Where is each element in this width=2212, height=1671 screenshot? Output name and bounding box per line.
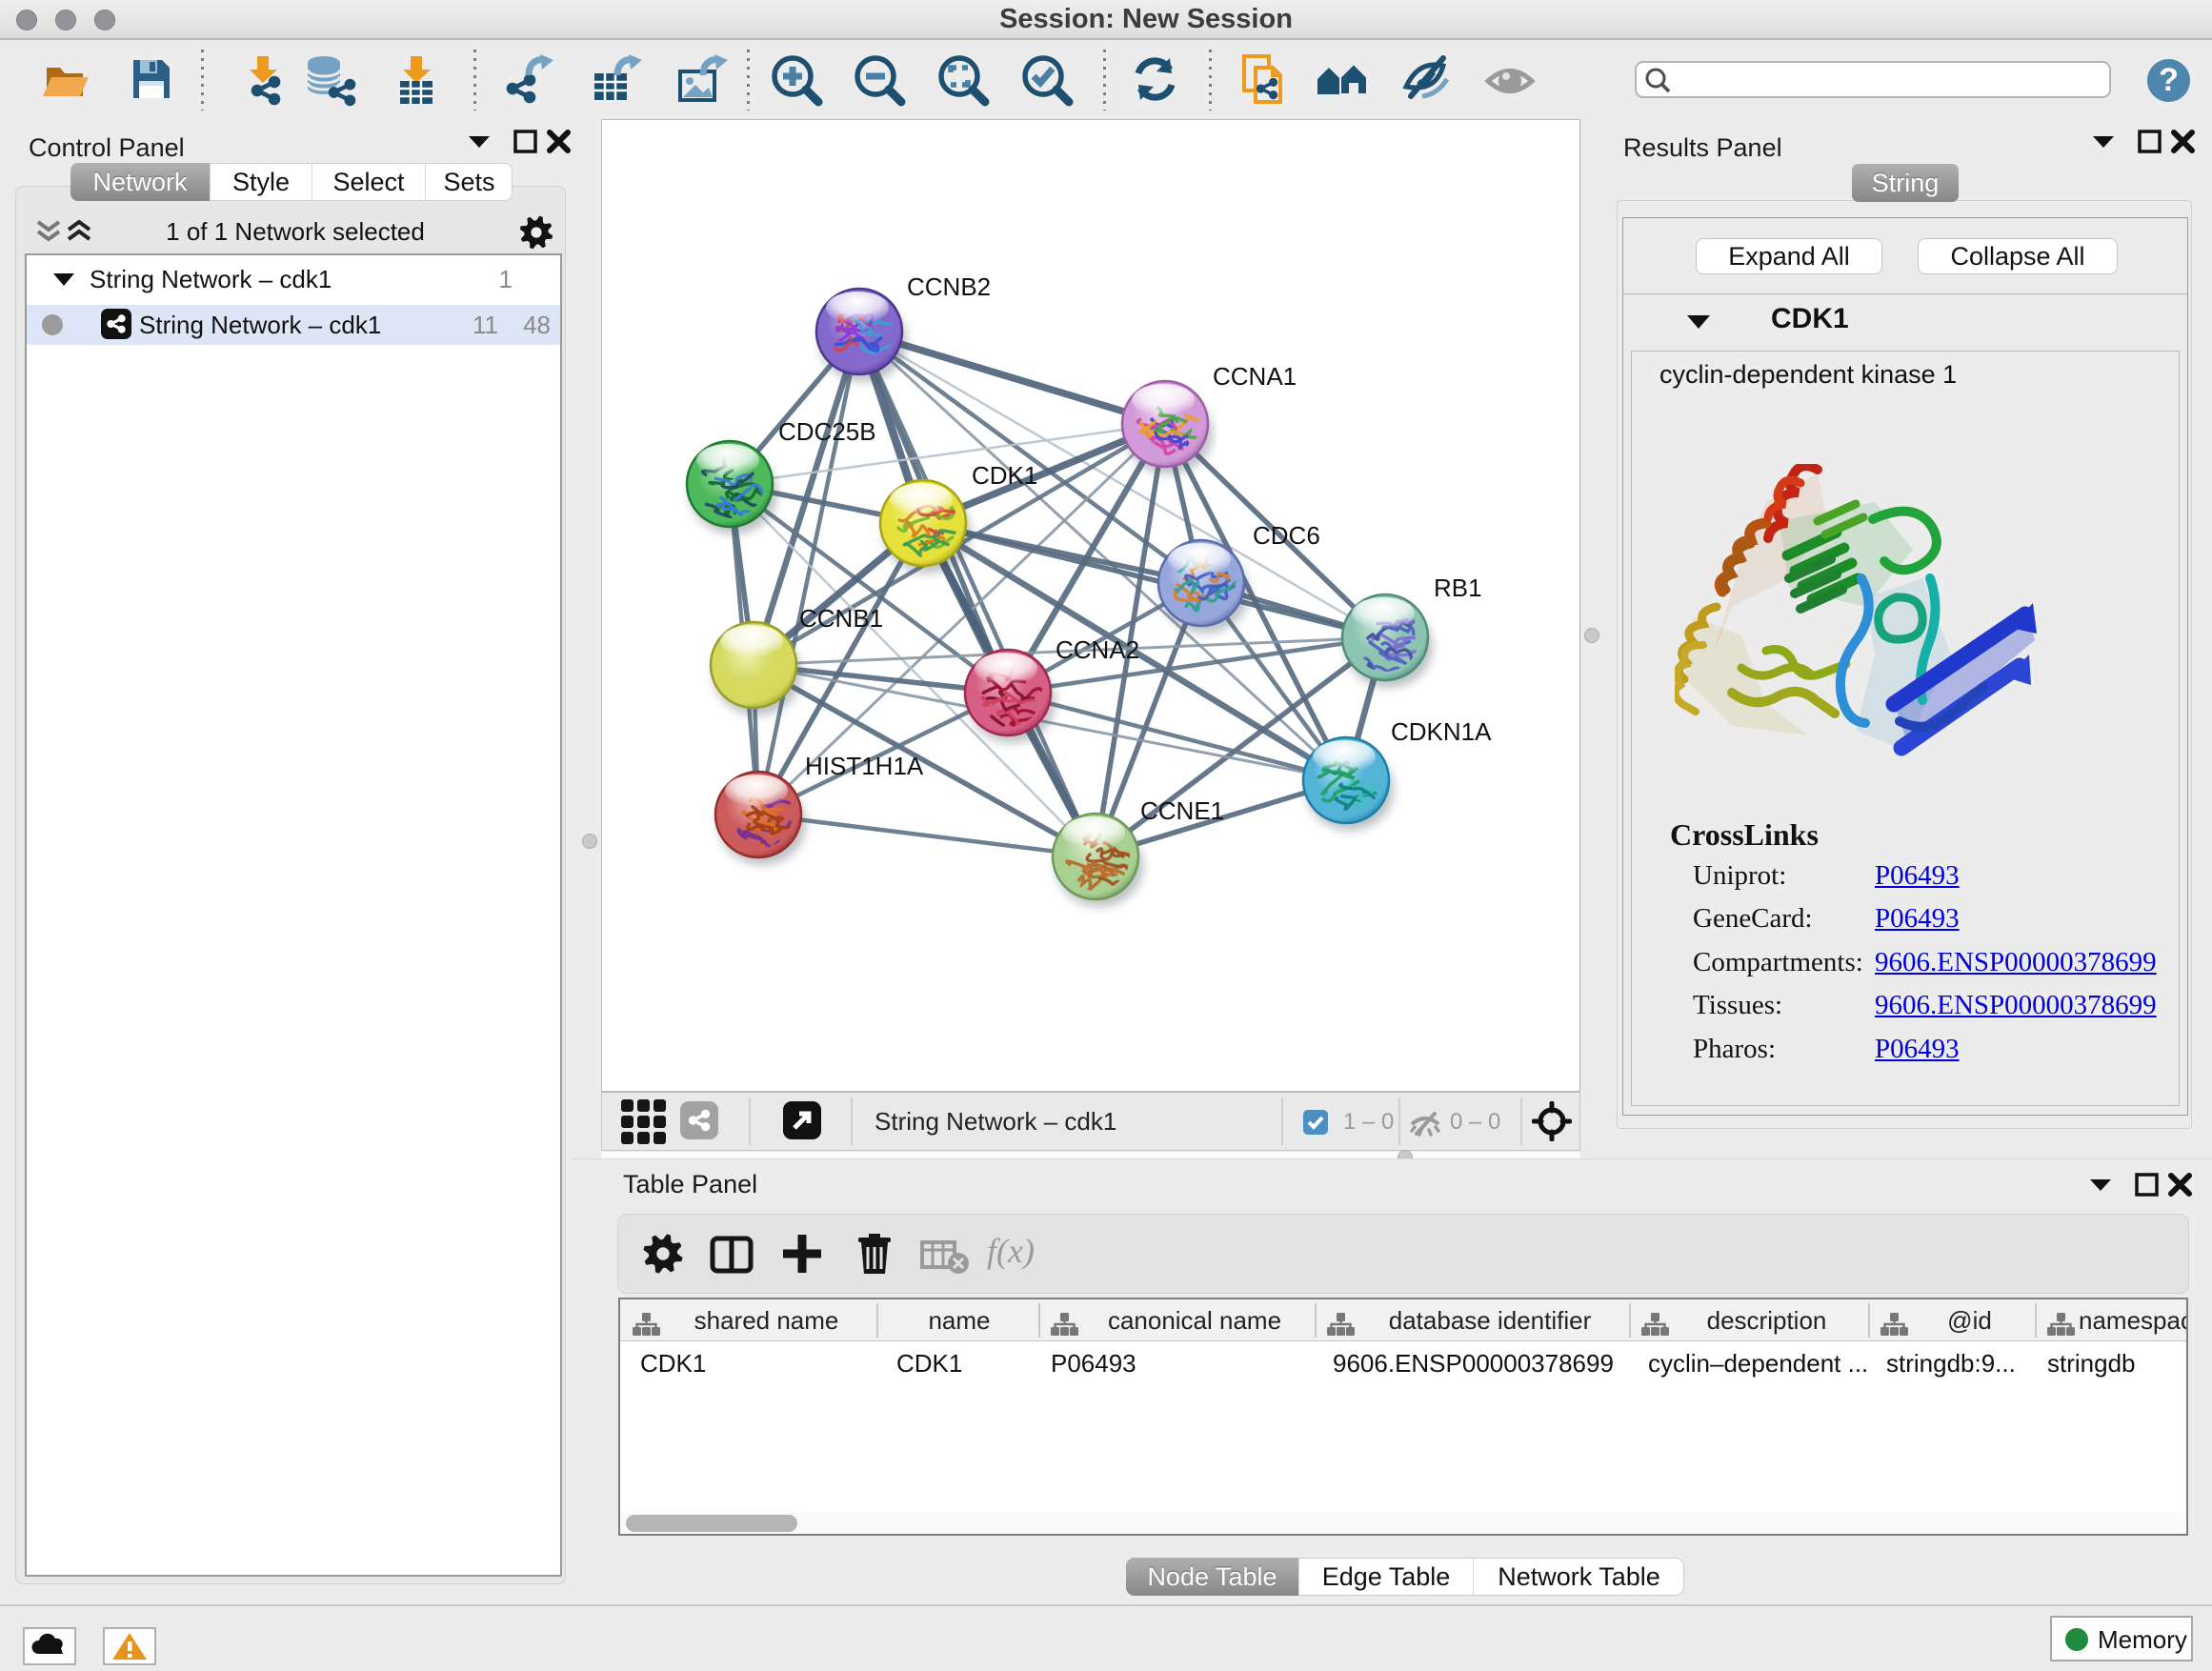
svg-text:HIST1H1A: HIST1H1A [805, 752, 924, 780]
svg-text:CDC25B: CDC25B [778, 417, 876, 446]
svg-text:CDKN1A: CDKN1A [1391, 717, 1492, 746]
svg-text:RB1: RB1 [1434, 574, 1482, 602]
svg-text:CDC6: CDC6 [1253, 521, 1320, 550]
svg-text:CCNE1: CCNE1 [1140, 796, 1224, 825]
svg-text:CDK1: CDK1 [972, 461, 1037, 490]
svg-text:CCNA2: CCNA2 [1056, 635, 1139, 664]
svg-text:CCNA1: CCNA1 [1213, 362, 1297, 391]
svg-text:CCNB1: CCNB1 [799, 604, 883, 633]
svg-text:CCNB2: CCNB2 [907, 272, 991, 301]
